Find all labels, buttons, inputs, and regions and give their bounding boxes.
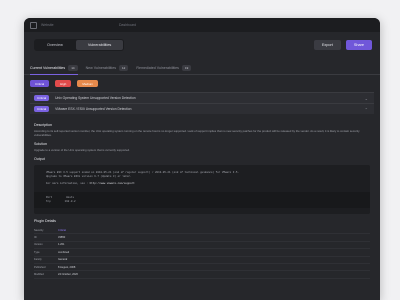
vulnerability-tabs: Current Vulnerabilities 14 New Vulnerabi…	[24, 62, 380, 75]
output-line: For more information, see :	[46, 182, 89, 185]
port-table: Port Hosts Tcp 192.0.2	[34, 192, 370, 208]
tab-vulnerabilities[interactable]: Vulnerabilities	[75, 40, 124, 50]
breadcrumb[interactable]: Website	[41, 23, 54, 27]
tab-remediated-vulnerabilities[interactable]: Remediated Vulnerabilities 19	[136, 62, 192, 74]
detail-key: Published	[34, 265, 46, 269]
plugin-details-table: Severity Critical ID 33850 Version 1.201 Ty…	[34, 227, 370, 279]
detail-value: combined	[58, 250, 70, 254]
output-line: Upgrade to VMware ESXi version 6.7 (Upda…	[46, 175, 132, 178]
severity-filters: Critical High Medium	[24, 75, 380, 92]
detail-row: Published 8 August, 2008	[34, 264, 370, 272]
view-switcher: Overview Vulnerabilities	[34, 39, 125, 51]
severity-badge: Critical	[34, 106, 50, 112]
vulnerability-row[interactable]: Critical Unix Operating System Unsupport…	[30, 92, 374, 103]
detail-key: Family	[34, 258, 42, 262]
filter-high[interactable]: High	[55, 80, 72, 87]
vulnerability-title: Unix Operating System Unsupported Versio…	[55, 96, 136, 100]
tab-label: Current Vulnerabilities	[30, 66, 66, 70]
app-window: Website Dashboard Overview Vulnerabiliti…	[24, 18, 380, 300]
detail-key: Severity	[34, 228, 44, 232]
count-badge: 14	[68, 65, 78, 71]
detail-row: ID 33850	[34, 234, 370, 242]
severity-badge: Critical	[34, 95, 50, 101]
solution-title: Solution	[34, 142, 47, 146]
detail-value: General	[58, 258, 68, 262]
detail-value: 8 August, 2008	[58, 265, 76, 269]
vulnerability-detail: Description According to its self-report…	[30, 114, 374, 279]
filter-critical[interactable]: Critical	[30, 80, 50, 87]
detail-value: 33850	[58, 236, 66, 240]
page-title: Dashboard	[119, 23, 137, 27]
tab-overview[interactable]: Overview	[35, 40, 75, 50]
tcp-label: Tcp	[46, 200, 51, 203]
tab-current-vulnerabilities[interactable]: Current Vulnerabilities 14	[30, 62, 78, 75]
detail-row: Version 1.201	[34, 242, 370, 250]
solution-text: Upgrade to a version of the Unix operati…	[34, 148, 130, 152]
vulnerability-row[interactable]: Critical VMware ESX / ESXi Unsupported V…	[30, 103, 374, 114]
detail-key: Version	[34, 243, 43, 247]
count-badge: 19	[181, 65, 192, 71]
chevron-up-icon[interactable]: ⌃	[365, 107, 368, 112]
detail-value: 24 October, 2020	[58, 273, 78, 277]
support-link[interactable]: http://www.vmware.com/support	[90, 182, 135, 185]
detail-row: Type combined	[34, 249, 370, 257]
output-block: VMware ESX 3.5 support ended on 2010-05-…	[34, 165, 370, 214]
detail-key: ID	[34, 236, 37, 240]
export-button[interactable]: Export	[313, 40, 341, 50]
detail-key: Type	[34, 250, 40, 254]
vulnerability-title: VMware ESX / ESXi Unsupported Version De…	[55, 107, 132, 111]
filter-medium[interactable]: Medium	[77, 80, 99, 87]
count-badge: 12	[119, 65, 129, 71]
header-actions: Export Share	[313, 40, 372, 50]
chevron-down-icon[interactable]: ⌄	[365, 96, 368, 101]
tab-new-vulnerabilities[interactable]: New Vulnerabilities 12	[86, 62, 129, 74]
detail-row: Family General	[34, 257, 370, 264]
title-bar: Website Dashboard	[24, 18, 380, 32]
detail-row: Severity Critical	[34, 227, 370, 235]
detail-row: Modified 24 October, 2020	[34, 271, 370, 279]
description-text: According to its self-reported version n…	[34, 129, 360, 137]
share-button[interactable]: Share	[345, 40, 372, 50]
output-title: Output	[34, 157, 45, 161]
detail-value: 1.201	[58, 243, 65, 247]
page-header: Overview Vulnerabilities Export Share	[24, 32, 380, 58]
tab-label: New Vulnerabilities	[85, 66, 117, 70]
description-title: Description	[34, 123, 52, 127]
menu-icon[interactable]	[30, 21, 37, 29]
detail-value: Critical	[58, 228, 66, 232]
tcp-value: 192.0.2	[64, 200, 76, 203]
plugin-details-title: Plugin Details	[34, 219, 56, 223]
detail-key: Modified	[34, 273, 44, 277]
tab-label: Remediated Vulnerabilities	[136, 66, 179, 70]
